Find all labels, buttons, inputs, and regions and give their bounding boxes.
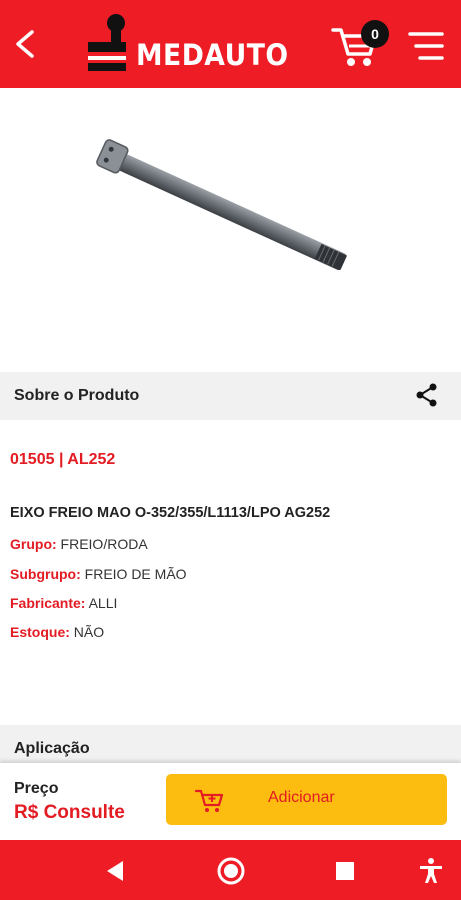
attribute-row-group: Grupo: FREIO/RODA — [10, 536, 148, 552]
system-navigation-bar — [0, 840, 461, 900]
nav-back-icon[interactable] — [101, 856, 131, 886]
add-to-cart-button[interactable]: Adicionar — [166, 774, 447, 825]
cart-count-badge: 0 — [361, 20, 389, 48]
attribute-row-manufacturer: Fabricante: ALLI — [10, 595, 117, 611]
app-header: MEDAUTO 0 — [0, 0, 461, 88]
brand-logo[interactable]: MEDAUTO — [86, 12, 288, 76]
attribute-row-subgroup: Subgrupo: FREIO DE MÃO — [10, 566, 187, 582]
about-product-section: Sobre o Produto — [0, 372, 461, 420]
hamburger-menu-icon[interactable] — [406, 26, 446, 66]
attribute-value: FREIO/RODA — [60, 536, 148, 552]
product-code: 01505 | AL252 — [10, 451, 116, 468]
price-label: Preço — [14, 780, 59, 797]
add-to-cart-label: Adicionar — [268, 789, 335, 806]
attribute-key: Subgrupo: — [10, 566, 81, 582]
brand-name: MEDAUTO — [136, 38, 289, 72]
attribute-key: Fabricante: — [10, 595, 86, 611]
add-cart-icon — [194, 789, 224, 812]
price-value: R$ Consulte — [14, 802, 125, 823]
attribute-key: Grupo: — [10, 536, 57, 552]
nav-home-icon[interactable] — [216, 856, 246, 886]
attribute-row-stock: Estoque: NÃO — [10, 624, 104, 640]
attribute-value: ALLI — [88, 595, 118, 611]
attribute-value: FREIO DE MÃO — [84, 566, 187, 582]
steel-shaft-image — [96, 139, 347, 271]
application-section[interactable]: Aplicação — [0, 725, 461, 765]
back-arrow-icon[interactable] — [8, 24, 44, 64]
about-product-title: Sobre o Produto — [14, 387, 140, 404]
product-description: EIXO FREIO MAO O-352/355/L1113/LPO AG252 — [10, 505, 331, 521]
share-icon[interactable] — [414, 382, 440, 408]
attribute-value: NÃO — [73, 624, 105, 640]
accessibility-icon[interactable] — [416, 856, 446, 886]
attribute-key: Estoque: — [10, 624, 70, 640]
product-image[interactable] — [0, 88, 461, 370]
purchase-bar: Preço R$ Consulte Adicionar — [0, 763, 461, 840]
application-title: Aplicação — [14, 740, 90, 757]
nav-recents-icon[interactable] — [330, 856, 360, 886]
